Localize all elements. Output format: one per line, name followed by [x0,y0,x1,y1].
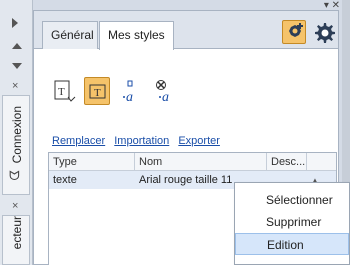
context-menu: Sélectionner Supprimer Edition [234,182,350,265]
tab-inspecteur-label: ecteur [10,216,24,250]
tab-connexion-label: Connexion [10,106,24,164]
scroll-down-icon[interactable] [12,63,22,69]
action-links: Remplacer Importation Exporter [52,135,226,147]
menu-item-supprimer[interactable]: Supprimer [235,211,349,233]
menu-item-edition[interactable]: Edition [235,233,349,255]
tab-bar: Général Mes styles [34,11,338,50]
cell-type: texte [53,174,77,186]
tab-mes-styles[interactable]: Mes styles [99,21,174,50]
column-header-desc[interactable]: Desc... [267,153,307,170]
tab-general[interactable]: Général [42,21,98,49]
text-frame-icon[interactable]: T [84,77,110,105]
tab-inspecteur[interactable]: ecteur [2,215,30,265]
close-icon[interactable]: × [12,80,18,92]
exporter-link[interactable]: Exporter [178,135,220,147]
connexion-icon: ᗢ [9,168,20,183]
close-icon[interactable]: × [12,200,18,212]
remove-character-style-icon[interactable]: a [152,77,178,105]
tab-connexion[interactable]: Connexion ᗢ [2,95,30,195]
svg-text:a: a [126,90,133,105]
column-header-nom[interactable]: Nom [135,153,267,170]
svg-text:T: T [58,86,65,98]
expand-arrow-icon[interactable] [12,18,18,28]
remplacer-link[interactable]: Remplacer [52,135,105,147]
add-style-icon[interactable] [282,20,306,44]
text-style-icon[interactable]: T [52,77,78,105]
scroll-up-icon[interactable] [12,43,22,49]
table-header: Type Nom Desc... [49,153,336,171]
character-style-icon[interactable]: a [120,77,146,105]
svg-text:T: T [94,87,101,99]
svg-text:a: a [162,90,169,105]
column-header-type[interactable]: Type [49,153,135,170]
menu-item-selectionner[interactable]: Sélectionner [235,189,349,211]
gear-icon[interactable] [312,20,336,44]
left-rail: × Connexion ᗢ × ecteur [0,0,33,265]
importation-link[interactable]: Importation [114,135,169,147]
